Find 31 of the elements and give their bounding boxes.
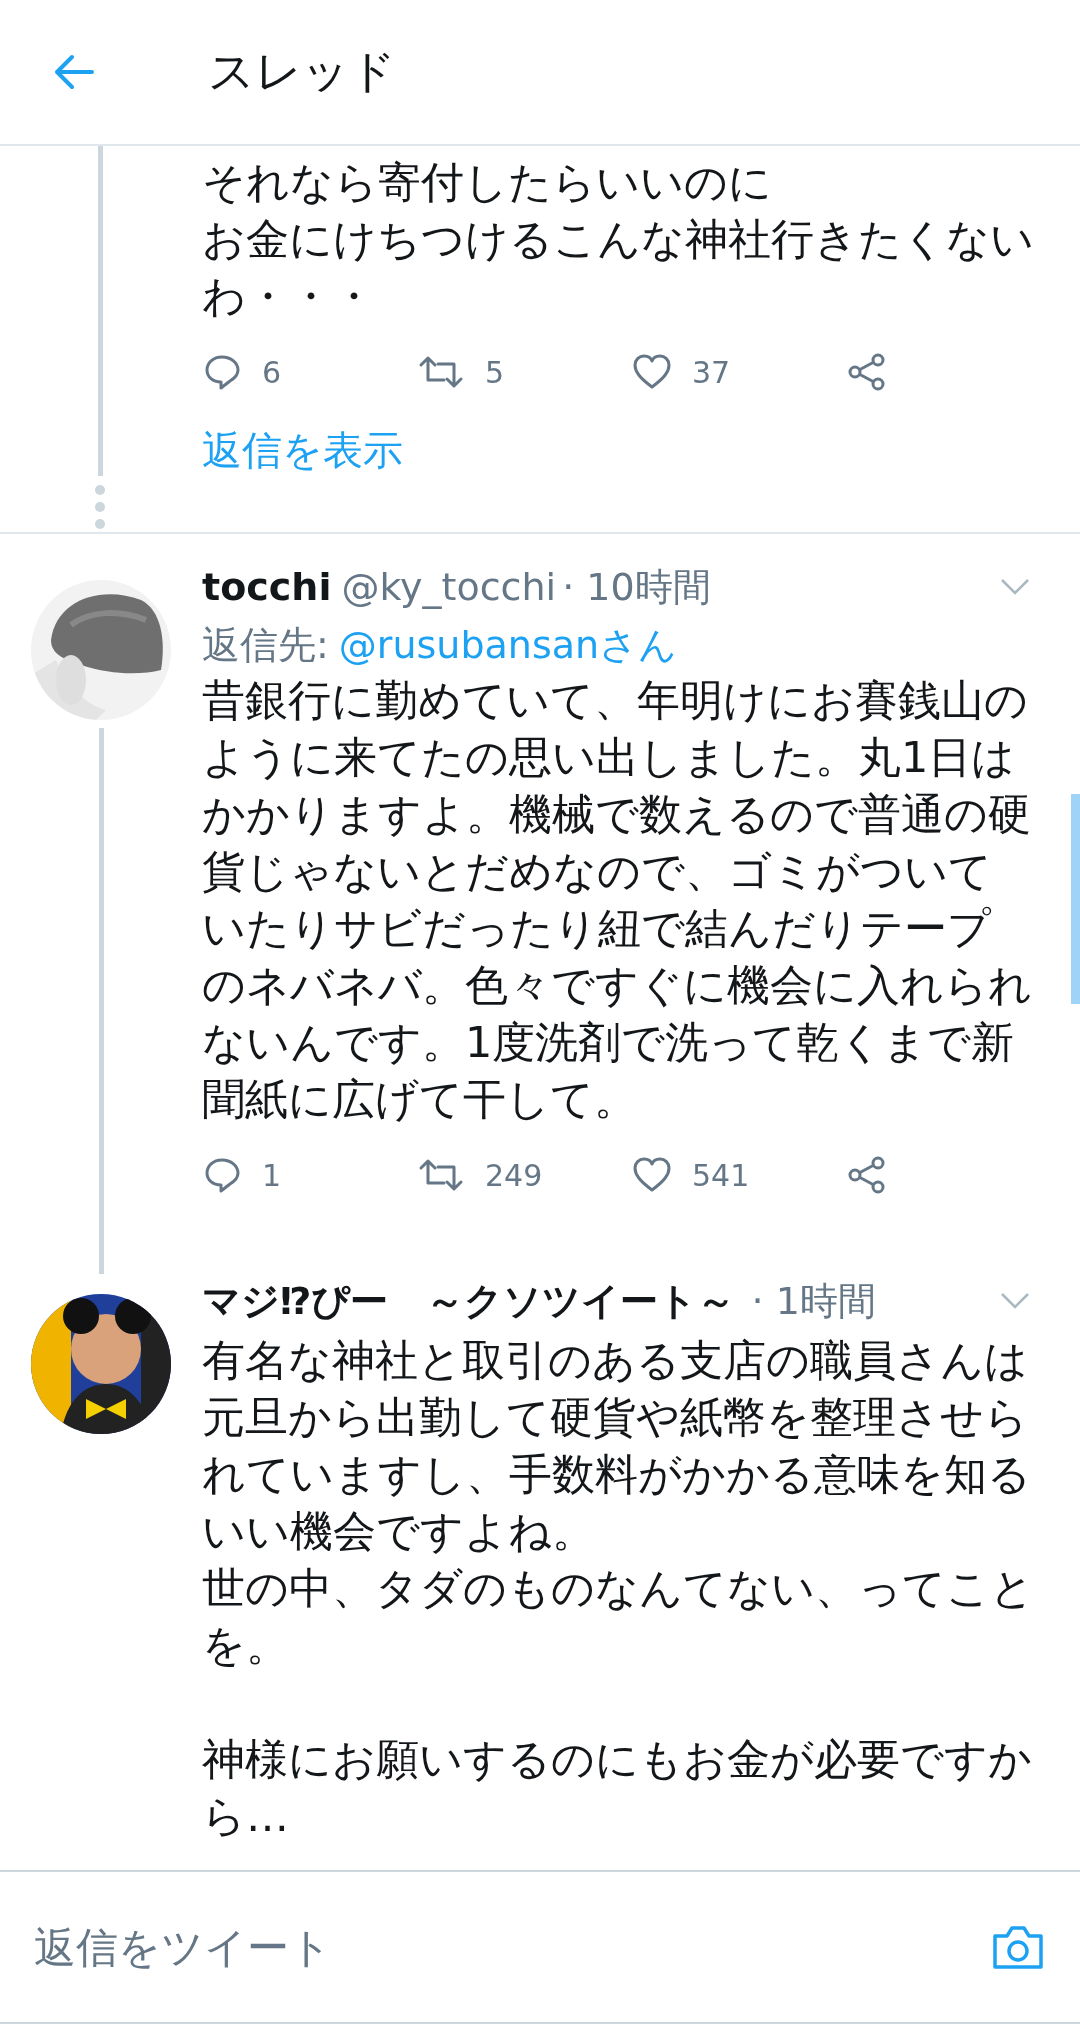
reply-composer[interactable]: 返信をツイート	[0, 1870, 1080, 2024]
tweet-time: · 10時間	[562, 564, 711, 611]
tweet-text: 昔銀行に勤めていて、年明けにお賽銭山のように来てたの思い出しました。丸1日はかかりますよ。機械で数えるので普通の硬貨じゃないとだめなので、ゴミがついていたりサビだったり紐で結んだりテープのネバネバ。色々ですぐに機会に入れられないんです。1度洗剤で洗って乾くまで新聞紙に広げて干して。	[202, 674, 1033, 1126]
tweet-time: · 1時間	[751, 1278, 876, 1325]
back-arrow-icon[interactable]	[54, 54, 94, 90]
tweet-text: お金にけちつけるこんな神社行きたくないわ・・・	[202, 213, 1034, 323]
page-title: スレッド	[208, 43, 396, 100]
show-replies-link[interactable]: 返信を表示	[202, 423, 403, 478]
retweet-button[interactable]: 249	[417, 1155, 632, 1195]
user-handle[interactable]: @ky_tocchi	[341, 556, 557, 618]
retweet-button[interactable]: 5	[417, 352, 632, 392]
scrollbar[interactable]	[1071, 794, 1080, 1004]
like-button[interactable]: 37	[632, 352, 847, 392]
reply-label: 返信先:	[202, 622, 329, 669]
reply-button[interactable]: 6	[202, 352, 417, 392]
share-icon[interactable]	[847, 1155, 887, 1195]
thread-dots-icon	[94, 482, 106, 532]
like-button[interactable]: 541	[632, 1155, 847, 1195]
user-name[interactable]: tocchi	[202, 556, 332, 618]
camera-icon[interactable]	[992, 1924, 1044, 1970]
mention-link[interactable]: @rusubansanさん	[338, 618, 678, 672]
share-icon[interactable]	[847, 352, 887, 392]
chevron-down-icon[interactable]	[1000, 1292, 1030, 1310]
chevron-down-icon[interactable]	[1000, 578, 1030, 596]
reply-input-field[interactable]: 返信をツイート	[32, 1921, 992, 1973]
tweet-text: 世の中、タダのものなんてない、ってことを。	[202, 1562, 1034, 1672]
reply-button[interactable]: 1	[202, 1155, 417, 1195]
user-name[interactable]: マジ⁉ぴー ～クソツイート～	[202, 1270, 736, 1332]
tweet-text: それなら寄付したらいいのに	[202, 156, 773, 209]
tweet-text: 神様にお願いするのにもお金が必要ですから…	[202, 1733, 1033, 1843]
tweet-text: 有名な神社と取引のある支店の職員さんは元旦から出勤して硬貨や紙幣を整理させられていますし、手数料がかかる意味を知るいい機会ですよね。	[202, 1334, 1032, 1558]
